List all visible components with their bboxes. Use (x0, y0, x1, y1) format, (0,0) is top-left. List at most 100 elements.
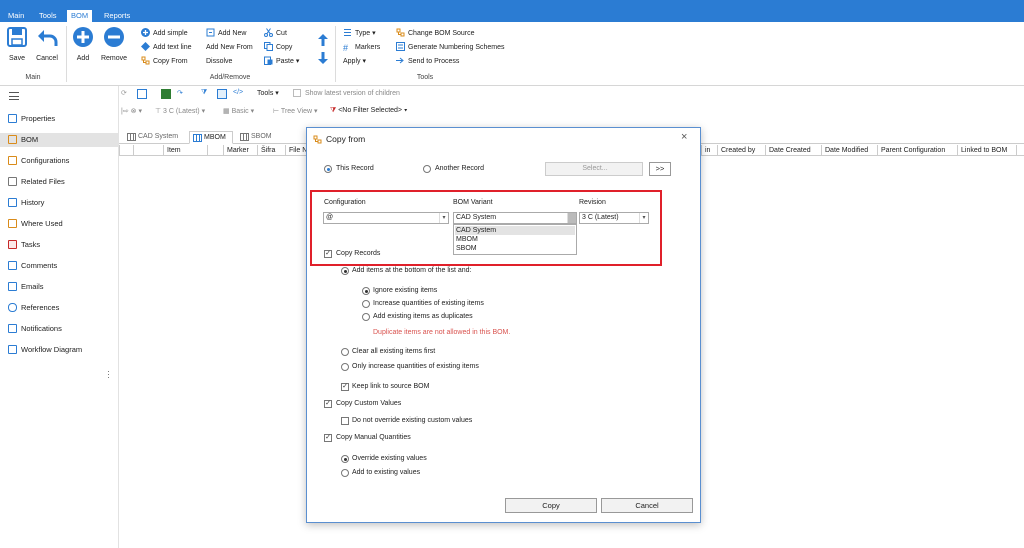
clear-all-radio[interactable] (341, 348, 349, 356)
tab-label: MBOM (204, 134, 226, 141)
column-header-date-created[interactable]: Date Created (765, 145, 821, 156)
revision-select[interactable]: 3 C (Latest) ▾ (579, 212, 649, 224)
open-button[interactable] (137, 89, 149, 99)
show-latest-checkbox[interactable]: Show latest version of children (293, 89, 400, 97)
add-existing-values-radio[interactable] (341, 469, 349, 477)
column-header[interactable] (119, 145, 133, 156)
column-header-date-modified[interactable]: Date Modified (821, 145, 877, 156)
dropdown-option-mbom[interactable]: MBOM (455, 235, 575, 244)
image-button[interactable] (217, 89, 229, 99)
revision-dropdown[interactable]: ⊤ 3 C (Latest) ▾ (155, 107, 205, 115)
this-record-radio[interactable] (324, 165, 332, 173)
tab-bom[interactable]: BOM (67, 10, 93, 22)
save-button[interactable]: Save (6, 26, 28, 62)
cancel-button[interactable]: Cancel (601, 498, 693, 513)
send-to-process-button[interactable]: Send to Process (396, 56, 459, 68)
sidebar-item-configurations[interactable]: Configurations (8, 154, 113, 168)
dissolve-button[interactable]: Dissolve (206, 56, 232, 68)
sidebar-item-properties[interactable]: Properties (8, 112, 113, 126)
increase-qty-radio[interactable] (362, 300, 370, 308)
column-header-sifra[interactable]: Šifra (257, 145, 285, 156)
sidebar-item-comments[interactable]: Comments (8, 259, 113, 273)
column-header[interactable] (207, 145, 223, 156)
column-header-file-name[interactable]: File Na (285, 145, 307, 156)
column-header-in[interactable]: in (701, 145, 717, 156)
excel-button[interactable] (161, 89, 173, 99)
configuration-select[interactable]: @ ▾ (323, 212, 449, 224)
show-latest-label: Show latest version of children (304, 90, 400, 97)
add-duplicates-radio[interactable] (362, 313, 370, 321)
remove-button[interactable]: Remove (100, 26, 128, 62)
markers-button[interactable]: # Markers (343, 42, 380, 54)
sidebar-item-emails[interactable]: Emails (8, 280, 113, 294)
column-header-item[interactable]: Item (163, 145, 207, 156)
tools-dropdown[interactable]: Tools ▾ (257, 89, 279, 97)
basic-dropdown[interactable]: ▦ Basic ▾ (223, 107, 254, 115)
keep-link-checkbox[interactable]: ✓ (341, 383, 349, 391)
add-simple-button[interactable]: Add simple (141, 28, 188, 40)
sidebar-item-references[interactable]: References (8, 301, 113, 315)
add-button[interactable]: Add (72, 26, 94, 62)
tab-reports[interactable]: Reports (100, 10, 134, 22)
column-header-linked-to-bom[interactable]: Linked to BOM (957, 145, 1017, 156)
another-record-radio[interactable] (423, 165, 431, 173)
cancel-button[interactable]: Cancel (34, 26, 60, 62)
bom-variant-select[interactable]: CAD System ▾ (453, 212, 577, 224)
group-label-main: Main (25, 74, 41, 81)
column-header-parent-configuration[interactable]: Parent Configuration (877, 145, 957, 156)
generate-numbering-button[interactable]: Generate Numbering Schemes (396, 42, 505, 54)
copy-from-button[interactable]: Copy From (141, 56, 188, 68)
paste-button[interactable]: Paste ▾ (264, 56, 299, 68)
marker-dropdown[interactable]: |⇨ ⊗ ▾ (121, 107, 142, 115)
close-icon[interactable]: × (681, 131, 687, 143)
refresh-icon[interactable]: ⟳ (121, 89, 127, 97)
tab-cad-system[interactable]: CAD System (124, 131, 184, 144)
sidebar-item-bom[interactable]: BOM (0, 133, 119, 147)
sidebar-item-where-used[interactable]: Where Used (8, 217, 113, 231)
sidebar-item-related-files[interactable]: Related Files (8, 175, 113, 189)
no-override-checkbox[interactable] (341, 417, 349, 425)
copy-records-checkbox[interactable]: ✓ (324, 250, 332, 258)
override-values-radio[interactable] (341, 455, 349, 463)
select-record-input[interactable]: Select... (545, 162, 643, 176)
more-button[interactable]: >> (649, 162, 671, 176)
column-header-marker[interactable]: Marker (223, 145, 257, 156)
dropdown-option-sbom[interactable]: SBOM (455, 244, 575, 253)
apply-button[interactable]: Apply ▾ (343, 56, 366, 68)
copy-custom-checkbox[interactable]: ✓ (324, 400, 332, 408)
filter-icon[interactable]: ⧩ (201, 89, 207, 97)
sidebar-item-workflow-diagram[interactable]: Workflow Diagram (8, 343, 113, 357)
add-new-button[interactable]: Add New (206, 28, 246, 40)
add-new-from-button[interactable]: Add New From (206, 42, 253, 54)
move-down-button[interactable] (318, 52, 331, 64)
move-up-button[interactable] (318, 34, 331, 46)
ignore-existing-radio[interactable] (362, 287, 370, 295)
add-bottom-radio[interactable] (341, 267, 349, 275)
tab-main[interactable]: Main (4, 10, 28, 22)
cut-button[interactable]: Cut (264, 28, 287, 40)
cut-label: Cut (276, 30, 287, 37)
column-header[interactable] (133, 145, 163, 156)
copy-button[interactable]: Copy (505, 498, 597, 513)
only-increase-radio[interactable] (341, 363, 349, 371)
copy-records-label: Copy Records (336, 250, 381, 257)
filter-dropdown[interactable]: ⧩ <No Filter Selected> ▾ (330, 107, 407, 115)
rotate-icon[interactable]: ↷ (177, 89, 183, 97)
copy-button[interactable]: Copy (264, 42, 292, 54)
add-text-line-button[interactable]: Add text line (141, 42, 192, 54)
tab-tools[interactable]: Tools (35, 10, 61, 22)
tab-sbom[interactable]: SBOM (237, 131, 278, 144)
change-bom-source-button[interactable]: Change BOM Source (396, 28, 475, 40)
sidebar-item-notifications[interactable]: Notifications (8, 322, 113, 336)
sidebar-item-tasks[interactable]: Tasks (8, 238, 113, 252)
copy-manual-checkbox[interactable]: ✓ (324, 434, 332, 442)
splitter-grip-icon[interactable]: · · · (107, 367, 110, 382)
tree-view-dropdown[interactable]: ⊢ Tree View ▾ (273, 107, 318, 115)
type-button[interactable]: Type ▾ (343, 28, 376, 40)
hamburger-icon[interactable] (9, 92, 19, 100)
column-header-created-by[interactable]: Created by (717, 145, 765, 156)
sidebar-item-history[interactable]: History (8, 196, 113, 210)
dropdown-option-cad-system[interactable]: CAD System (455, 226, 575, 235)
tab-mbom[interactable]: MBOM (189, 131, 233, 144)
code-icon[interactable]: </> (233, 89, 243, 96)
